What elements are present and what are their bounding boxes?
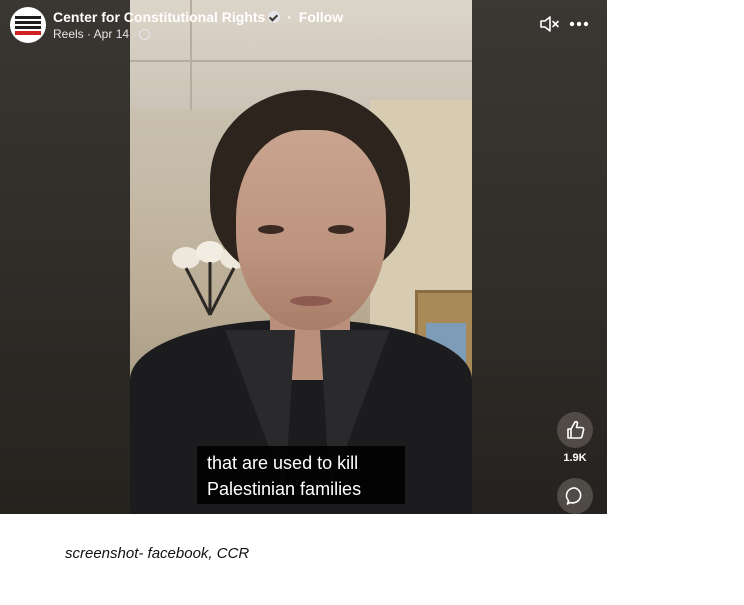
more-dots-icon[interactable]	[568, 13, 590, 35]
follow-button[interactable]: Follow	[299, 9, 343, 25]
caption-line: that are used to kill	[207, 453, 359, 473]
ccr-logo[interactable]	[10, 7, 46, 43]
reel-video-frame[interactable]	[130, 0, 472, 514]
video-caption: that are used to kill Palestinian famili…	[197, 446, 405, 504]
comment-button[interactable]	[557, 478, 593, 514]
reel-player[interactable]: Center for Constitutional Rights · Follo…	[0, 0, 607, 514]
page-name-line: Center for Constitutional Rights · Follo…	[53, 9, 343, 25]
like-count: 1.9K	[563, 452, 587, 464]
logo-bar	[15, 20, 41, 24]
video-person-mouth	[290, 296, 332, 306]
video-person-eye	[258, 225, 284, 234]
post-meta: Reels · Apr 14 ·	[53, 27, 151, 41]
logo-bar	[15, 15, 41, 19]
screenshot-stage: Center for Constitutional Rights · Follo…	[0, 0, 744, 605]
video-ceiling-line	[130, 60, 472, 62]
reel-header: Center for Constitutional Rights · Follo…	[0, 0, 607, 48]
speaker-muted-icon[interactable]	[538, 13, 560, 35]
reel-backdrop-left	[0, 0, 130, 514]
comment-bubble-icon	[565, 487, 582, 505]
verified-badge-icon	[268, 11, 281, 23]
like-button[interactable]	[557, 412, 593, 448]
logo-bar-red	[15, 30, 41, 35]
page-name-link[interactable]: Center for Constitutional Rights	[53, 9, 265, 25]
thumbs-up-icon	[567, 420, 585, 439]
image-credit: screenshot- facebook, CCR	[65, 545, 250, 562]
post-meta-text[interactable]: Reels · Apr 14 ·	[53, 27, 136, 41]
globe-icon	[139, 29, 151, 40]
logo-bar	[15, 25, 41, 29]
header-separator: ·	[287, 9, 292, 25]
video-person-eye	[328, 225, 354, 234]
caption-line: Palestinian families	[207, 479, 362, 499]
